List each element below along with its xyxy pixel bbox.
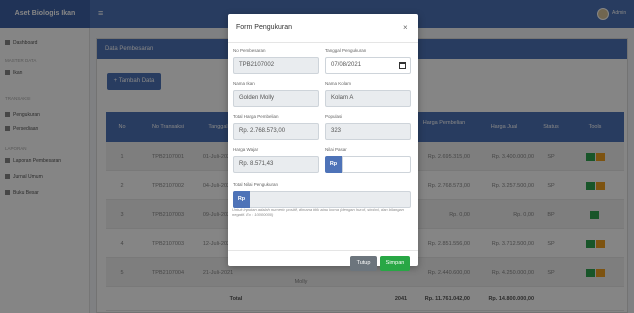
nama-kolam-field[interactable]: Kolam A: [325, 90, 411, 107]
modal-footer-divider: [228, 250, 418, 251]
label-nama-ikan: Nama Ikan: [233, 81, 255, 86]
label-nama-kolam: Nama Kolam: [325, 81, 352, 86]
close-button[interactable]: Tutup: [350, 256, 377, 271]
populasi-field[interactable]: 323: [325, 123, 411, 140]
input-hint: Untuk inputan adalah numeric positif, di…: [232, 207, 404, 217]
modal-title: Form Pengukuran: [236, 24, 293, 31]
harga-wajar-field[interactable]: Rp. 8.571,43: [233, 156, 319, 173]
label-tanggal: Tanggal Pengukuran: [325, 48, 367, 53]
label-total-nilai: Total Nilai Pengukuran: [233, 182, 279, 187]
calendar-icon[interactable]: [399, 62, 406, 69]
total-nilai-field[interactable]: [233, 191, 411, 208]
close-icon[interactable]: ×: [403, 23, 408, 32]
tanggal-value: 07/08/2021: [331, 62, 362, 68]
form-pengukuran-modal: Form Pengukuran × No Pembesaran TPB21070…: [228, 14, 418, 271]
no-pembesaran-field[interactable]: TPB2107002: [233, 57, 319, 74]
nama-ikan-field[interactable]: Golden Molly: [233, 90, 319, 107]
label-harga-wajar: Harga Wajar: [233, 147, 259, 152]
label-total-harga: Total Harga Pembelian: [233, 114, 279, 119]
label-no-pembesaran: No Pembesaran: [233, 48, 266, 53]
nilai-pasar-prefix: Rp: [325, 156, 342, 173]
save-button[interactable]: Simpan: [380, 256, 410, 271]
label-populasi: Populasi: [325, 114, 343, 119]
total-nilai-prefix: Rp: [233, 191, 250, 208]
total-harga-field[interactable]: Rp. 2.768.573,00: [233, 123, 319, 140]
nilai-pasar-field[interactable]: [342, 156, 411, 173]
tanggal-field[interactable]: 07/08/2021: [325, 57, 411, 74]
modal-divider: [228, 42, 418, 43]
label-nilai-pasar: Nilai Pasar: [325, 147, 347, 152]
